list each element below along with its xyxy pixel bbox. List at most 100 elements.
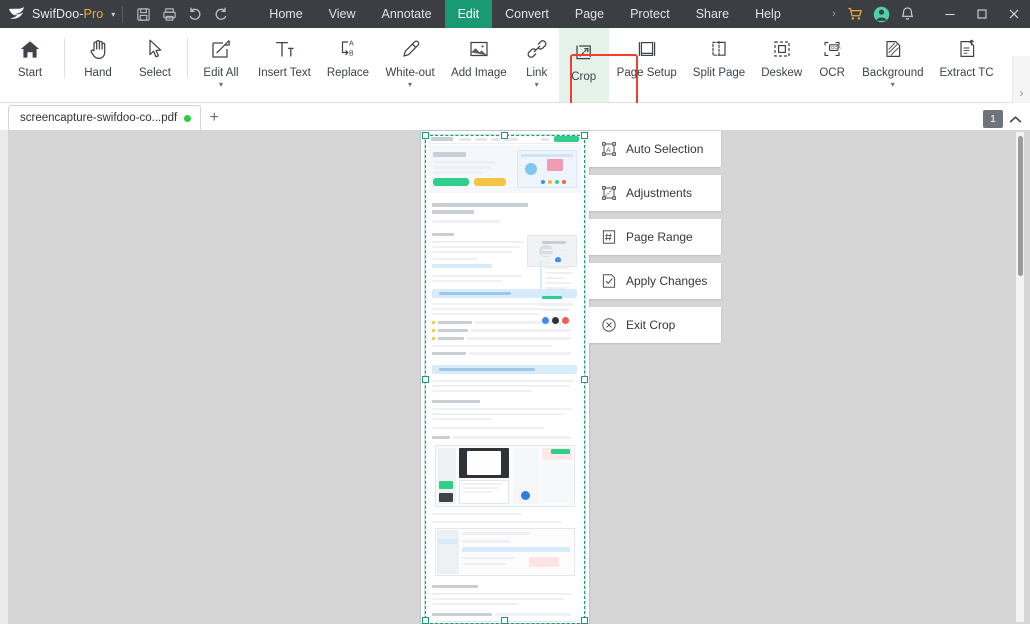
doc-article-body <box>429 195 581 623</box>
ribbon-label: Edit All <box>203 67 239 79</box>
white-out-icon <box>399 34 421 64</box>
chevron-up-icon[interactable] <box>1009 115 1022 124</box>
undo-icon[interactable] <box>182 1 208 27</box>
new-tab-button[interactable]: + <box>201 105 227 130</box>
document-viewer[interactable] <box>0 130 1030 624</box>
document-tab-strip: screencapture-swifdoo-co...pdf + 1 <box>0 103 1030 130</box>
minimize-button[interactable] <box>934 0 966 28</box>
crop-menu-auto-selection[interactable]: A Auto Selection <box>589 131 721 167</box>
ribbon-link-button[interactable]: Link ▾ <box>515 28 559 98</box>
tab-help[interactable]: Help <box>742 0 794 28</box>
notification-bell-icon[interactable] <box>894 0 920 28</box>
ribbon-insert-text-button[interactable]: Insert Text <box>250 28 319 98</box>
divider <box>122 6 124 22</box>
tab-share[interactable]: Share <box>683 0 742 28</box>
ribbon-add-image-button[interactable]: Add Image <box>443 28 515 98</box>
document-tab-label: screencapture-swifdoo-co...pdf <box>20 112 178 124</box>
brand-chevron-down-icon[interactable]: ▾ <box>111 10 115 19</box>
ribbon-edit-all-button[interactable]: Edit All ▾ <box>192 28 250 98</box>
crop-menu-page-range[interactable]: Page Range <box>589 219 721 255</box>
split-page-icon <box>708 34 730 64</box>
viewer-scrollbar-thumb[interactable] <box>1018 136 1023 276</box>
svg-text:OCR: OCR <box>831 45 841 50</box>
hand-icon <box>88 34 109 64</box>
ribbon-label: Crop <box>571 71 597 83</box>
ocr-icon: OCR <box>821 34 843 64</box>
pdf-page-content <box>421 131 589 623</box>
document-tab[interactable]: screencapture-swifdoo-co...pdf <box>8 105 202 130</box>
swifdoo-window: SwifDoo-Pro ▾ Home View Annotate Edit Co… <box>0 0 1030 624</box>
ribbon-background-button[interactable]: Background ▾ <box>854 28 931 98</box>
cart-icon[interactable] <box>842 0 868 28</box>
ribbon-crop-button[interactable]: Crop <box>558 28 609 102</box>
tabstrip-right-group: 1 <box>983 110 1030 130</box>
chevron-down-icon[interactable]: ▾ <box>219 81 223 89</box>
tab-protect[interactable]: Protect <box>617 0 683 28</box>
svg-text:B: B <box>349 51 354 58</box>
exit-crop-icon <box>601 317 617 333</box>
crop-icon <box>573 38 595 68</box>
tab-annotate[interactable]: Annotate <box>369 0 445 28</box>
account-icon[interactable] <box>868 0 894 28</box>
crop-menu-apply-changes[interactable]: Apply Changes <box>589 263 721 299</box>
crop-menu-label: Apply Changes <box>626 274 708 288</box>
crop-menu-adjustments[interactable]: Adjustments <box>589 175 721 211</box>
ribbon-label: Start <box>17 67 43 79</box>
maximize-button[interactable] <box>966 0 998 28</box>
tab-home[interactable]: Home <box>256 0 315 28</box>
ribbon-white-out-button[interactable]: White-out ▾ <box>377 28 443 98</box>
pdf-page[interactable] <box>421 131 589 623</box>
app-brand[interactable]: SwifDoo-Pro ▾ <box>0 0 115 28</box>
titlebar-right-group: › <box>826 0 1030 28</box>
ribbon-label: OCR <box>819 67 845 79</box>
ribbon-extract-toc-button[interactable]: Extract TC <box>932 28 1002 98</box>
menu-overflow-chevron-right-icon[interactable]: › <box>826 0 842 28</box>
print-icon[interactable] <box>156 1 182 27</box>
divider <box>187 38 188 78</box>
tab-view[interactable]: View <box>316 0 369 28</box>
ribbon-label: Page Setup <box>616 67 677 79</box>
svg-text:A: A <box>606 147 611 154</box>
crop-menu-exit-crop[interactable]: Exit Crop <box>589 307 721 343</box>
ribbon-label: Insert Text <box>258 67 311 79</box>
divider <box>64 38 65 78</box>
ribbon-label: Select <box>139 67 171 79</box>
ribbon-hand-button[interactable]: Hand <box>69 28 127 98</box>
tab-page[interactable]: Page <box>562 0 617 28</box>
ribbon-start-button[interactable]: Start <box>0 28 60 98</box>
insert-text-icon <box>273 34 295 64</box>
page-range-icon <box>601 229 617 245</box>
crop-menu-label: Page Range <box>626 230 693 244</box>
auto-selection-icon: A <box>601 141 617 157</box>
unsaved-indicator-dot <box>184 114 192 122</box>
ribbon-deskew-button[interactable]: Deskew <box>753 28 810 98</box>
crop-menu-label: Auto Selection <box>626 142 704 156</box>
ribbon-label: Deskew <box>761 67 803 79</box>
tab-edit[interactable]: Edit <box>444 0 493 28</box>
ribbon-label: Add Image <box>451 67 507 79</box>
svg-text:A: A <box>349 40 354 47</box>
redo-icon[interactable] <box>208 1 234 27</box>
page-number-badge[interactable]: 1 <box>983 110 1003 128</box>
cursor-icon <box>146 34 164 64</box>
chevron-down-icon[interactable]: ▾ <box>891 81 895 89</box>
ribbon-replace-button[interactable]: A B Replace <box>319 28 377 98</box>
ribbon-label: Background <box>862 67 924 79</box>
ribbon-ocr-button[interactable]: OCR OCR <box>810 28 854 98</box>
menu-tab-bar: Home View Annotate Edit Convert Page Pro… <box>256 0 793 28</box>
adjustments-icon <box>601 185 617 201</box>
ribbon-select-button[interactable]: Select <box>127 28 183 98</box>
chevron-down-icon[interactable]: ▾ <box>535 81 539 89</box>
edit-all-icon <box>210 34 232 64</box>
chevron-down-icon[interactable]: ▾ <box>408 81 412 89</box>
swifdoo-logo-icon <box>8 6 26 22</box>
ribbon-label: Link <box>526 67 548 79</box>
tab-convert[interactable]: Convert <box>492 0 562 28</box>
viewer-left-edge <box>0 130 8 624</box>
ribbon-split-page-button[interactable]: Split Page <box>685 28 753 98</box>
ribbon-page-setup-button[interactable]: Page Setup <box>609 28 685 98</box>
ribbon-label: Extract TC <box>939 67 994 79</box>
close-button[interactable] <box>998 0 1030 28</box>
doc-site-navbar <box>429 135 581 144</box>
save-icon[interactable] <box>130 1 156 27</box>
